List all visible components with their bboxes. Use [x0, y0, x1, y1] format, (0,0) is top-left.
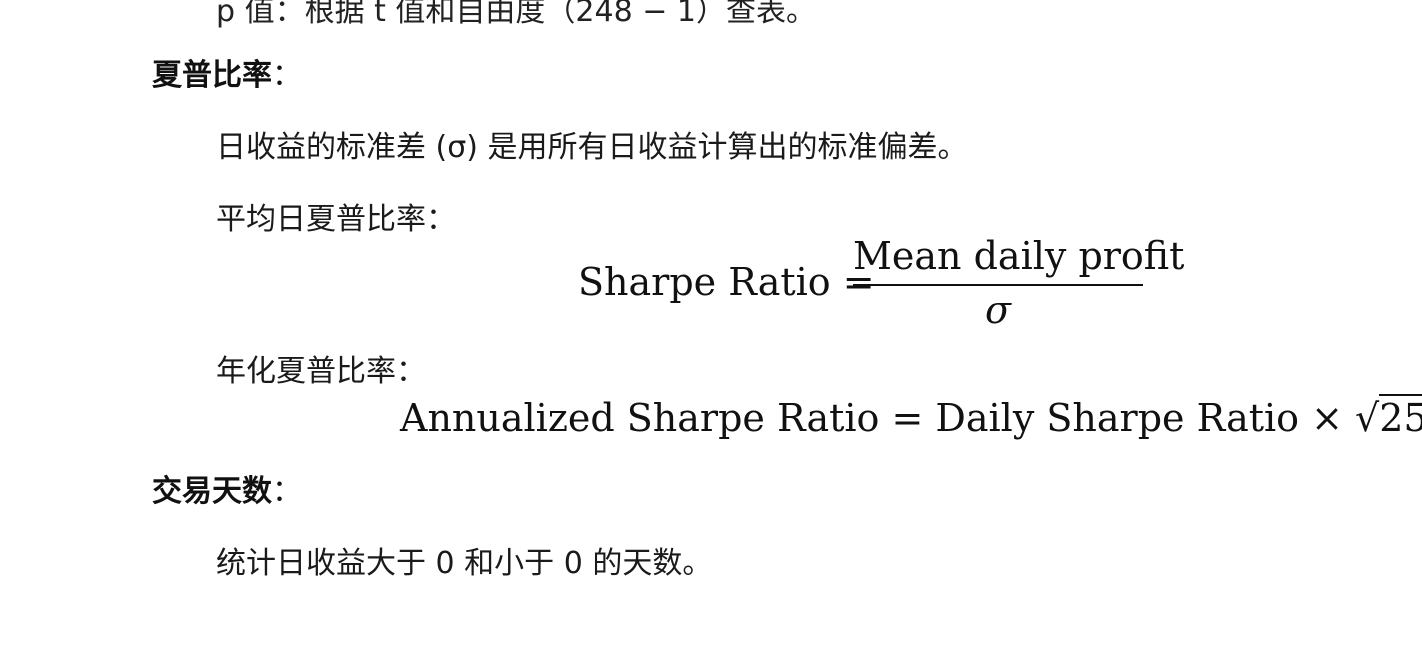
fraction-denominator: σ	[985, 288, 1011, 332]
daily-sharpe-label: 平均日夏普比率：	[216, 202, 456, 237]
std-description: 日收益的标准差 (σ) 是用所有日收益计算出的标准偏差。	[216, 130, 968, 165]
section-title-sharpe-text: 夏普比率	[152, 58, 272, 93]
daily-sharpe-formula-lhs: Sharpe Ratio =	[578, 260, 875, 304]
section-title-colon: ：	[272, 58, 302, 93]
trading-days-description: 统计日收益大于 0 和小于 0 的天数。	[216, 546, 713, 581]
fraction-numerator: Mean daily profit	[853, 234, 1185, 278]
section-title-sharpe: 夏普比率：	[152, 50, 302, 94]
sqrt-argument: 252	[1379, 394, 1422, 440]
sqrt-expression: √252	[1355, 394, 1422, 440]
section-title-colon: ：	[272, 474, 302, 509]
annual-formula-lhs: Annualized Sharpe Ratio = Daily Sharpe R…	[400, 396, 1343, 440]
cut-off-paragraph: p 值：根据 t 值和自由度（248 − 1）查表。	[216, 0, 816, 29]
fraction-bar	[853, 284, 1143, 286]
section-title-trading-days-text: 交易天数	[152, 474, 272, 509]
section-title-trading-days: 交易天数：	[152, 466, 302, 510]
sqrt-sign: √	[1355, 396, 1380, 440]
daily-sharpe-fraction: Mean daily profit σ	[853, 234, 1184, 334]
annual-sharpe-formula: Annualized Sharpe Ratio = Daily Sharpe R…	[400, 394, 1422, 440]
annual-sharpe-label: 年化夏普比率：	[216, 354, 426, 389]
